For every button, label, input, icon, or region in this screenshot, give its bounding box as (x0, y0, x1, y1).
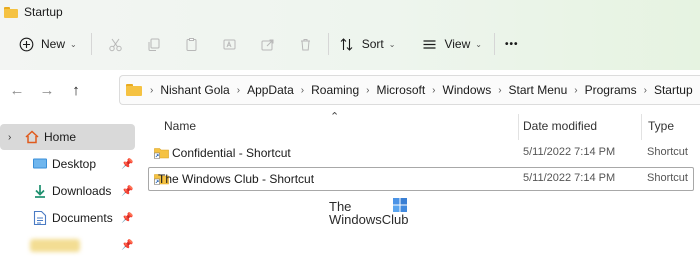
sidebar-item-label: Home (44, 130, 77, 144)
chevron-right-icon[interactable]: › (8, 132, 11, 143)
view-label: View (444, 37, 471, 51)
breadcrumb-item[interactable]: Programs (585, 83, 637, 97)
sidebar-item-desktop[interactable]: Desktop 📌 (0, 151, 140, 177)
view-list-icon (421, 36, 437, 52)
navigation-bar: ← → ↑ › Nishant Gola › AppData › Roaming… (0, 70, 700, 110)
back-arrow-icon[interactable]: ← (7, 80, 27, 100)
column-header-type[interactable]: Type (648, 112, 674, 140)
sort-button[interactable]: Sort ⌄ (339, 30, 396, 58)
view-button[interactable]: View ⌄ (421, 30, 482, 58)
column-name-label: Name (164, 119, 197, 133)
sort-ascending-icon: ⌃ (330, 111, 340, 123)
breadcrumb-chevron-icon: › (432, 84, 436, 96)
pin-icon: 📌 (121, 212, 134, 224)
blurred-folder-icon (30, 239, 80, 252)
cut-icon[interactable] (108, 36, 124, 52)
rename-icon[interactable] (222, 36, 238, 52)
new-label: New (41, 37, 66, 51)
sort-icon (339, 36, 355, 52)
download-icon (32, 183, 48, 199)
share-icon[interactable] (260, 36, 276, 52)
plus-circle-icon (18, 36, 34, 52)
folder-shortcut-icon (154, 146, 169, 159)
breadcrumb-chevron-icon: › (498, 84, 502, 96)
forward-arrow-icon[interactable]: → (37, 80, 57, 100)
breadcrumb-item[interactable]: Windows (443, 83, 492, 97)
breadcrumb-item[interactable]: Startup (654, 83, 693, 97)
breadcrumb-chevron-icon: › (643, 84, 647, 96)
file-name: Confidential - Shortcut (172, 146, 291, 160)
column-date-label: Date modified (523, 119, 598, 133)
breadcrumb-item[interactable]: AppData (247, 83, 294, 97)
column-divider[interactable] (518, 114, 519, 140)
file-row[interactable]: Confidential - Shortcut 5/11/2022 7:14 P… (148, 141, 694, 165)
breadcrumb-item[interactable]: Roaming (311, 83, 359, 97)
breadcrumb-item[interactable]: Nishant Gola (160, 83, 229, 97)
file-date: 5/11/2022 7:14 PM (523, 172, 616, 184)
title-bar: Startup (0, 0, 700, 24)
file-row[interactable]: The Windows Club - Shortcut 5/11/2022 7:… (148, 167, 694, 191)
column-header-name[interactable]: Name (164, 112, 196, 140)
column-type-label: Type (648, 119, 675, 133)
folder-icon (126, 84, 142, 96)
delete-icon[interactable] (298, 36, 314, 52)
file-name: The Windows Club - Shortcut (158, 172, 315, 186)
more-options-button[interactable]: ••• (505, 30, 519, 58)
column-divider[interactable] (641, 114, 642, 140)
sidebar-item-label: Documents (52, 211, 113, 225)
pin-icon: 📌 (121, 239, 134, 251)
pin-icon: 📌 (121, 158, 134, 170)
folder-icon (4, 6, 18, 18)
documents-icon (33, 210, 49, 226)
breadcrumb-chevron-icon: › (150, 84, 154, 96)
new-button[interactable]: New ⌄ (18, 30, 77, 58)
address-bar[interactable]: › Nishant Gola › AppData › Roaming › Mic… (119, 75, 700, 105)
breadcrumb-chevron-icon: › (366, 84, 370, 96)
navigation-pane: › Home Desktop 📌 Downloads 📌 Documents 📌… (0, 120, 140, 265)
breadcrumb-chevron-icon: › (300, 84, 305, 96)
desktop-icon (32, 157, 48, 173)
file-date: 5/11/2022 7:14 PM (523, 146, 616, 158)
file-type: Shortcut (647, 146, 688, 158)
toolbar: New ⌄ Sort ⌄ View ⌄ ••• (0, 28, 700, 60)
file-type: Shortcut (647, 172, 688, 184)
sidebar-item-documents[interactable]: Documents 📌 (0, 205, 140, 231)
chevron-down-icon: ⌄ (388, 39, 396, 49)
sidebar-item-label: Downloads (52, 184, 112, 198)
breadcrumb-chevron-icon: › (574, 84, 578, 96)
sidebar-item-label: Desktop (52, 157, 97, 171)
toolbar-divider (493, 33, 495, 55)
breadcrumb-item[interactable]: Start Menu (509, 83, 568, 97)
watermark-line2: WindowsClub (329, 212, 409, 227)
toolbar-divider (90, 33, 92, 55)
up-arrow-icon[interactable]: ↑ (66, 80, 86, 100)
sort-label: Sort (361, 37, 384, 51)
watermark: The WindowsClub (329, 198, 419, 228)
windows-logo-icon (393, 198, 407, 212)
column-header-date[interactable]: Date modified (523, 112, 597, 140)
more-options-label: ••• (504, 38, 519, 50)
sidebar-item-downloads[interactable]: Downloads 📌 (0, 178, 140, 204)
sidebar-item-folder[interactable]: 📌 (0, 232, 140, 258)
breadcrumb-item[interactable]: Microsoft (376, 83, 425, 97)
copy-icon[interactable] (146, 36, 162, 52)
command-area: Startup New ⌄ Sort ⌄ View ⌄ ••• (0, 0, 700, 70)
paste-icon[interactable] (184, 36, 200, 52)
file-list: Name ⌃ Date modified Type Confidential -… (148, 111, 700, 265)
window-title: Startup (24, 5, 63, 19)
chevron-down-icon: ⌄ (70, 39, 77, 49)
chevron-down-icon: ⌄ (475, 39, 482, 49)
sidebar-item-home[interactable]: › Home (0, 124, 135, 150)
toolbar-divider (327, 33, 329, 55)
pin-icon: 📌 (121, 185, 134, 197)
home-icon (24, 129, 40, 145)
breadcrumb-chevron-icon: › (236, 84, 241, 96)
